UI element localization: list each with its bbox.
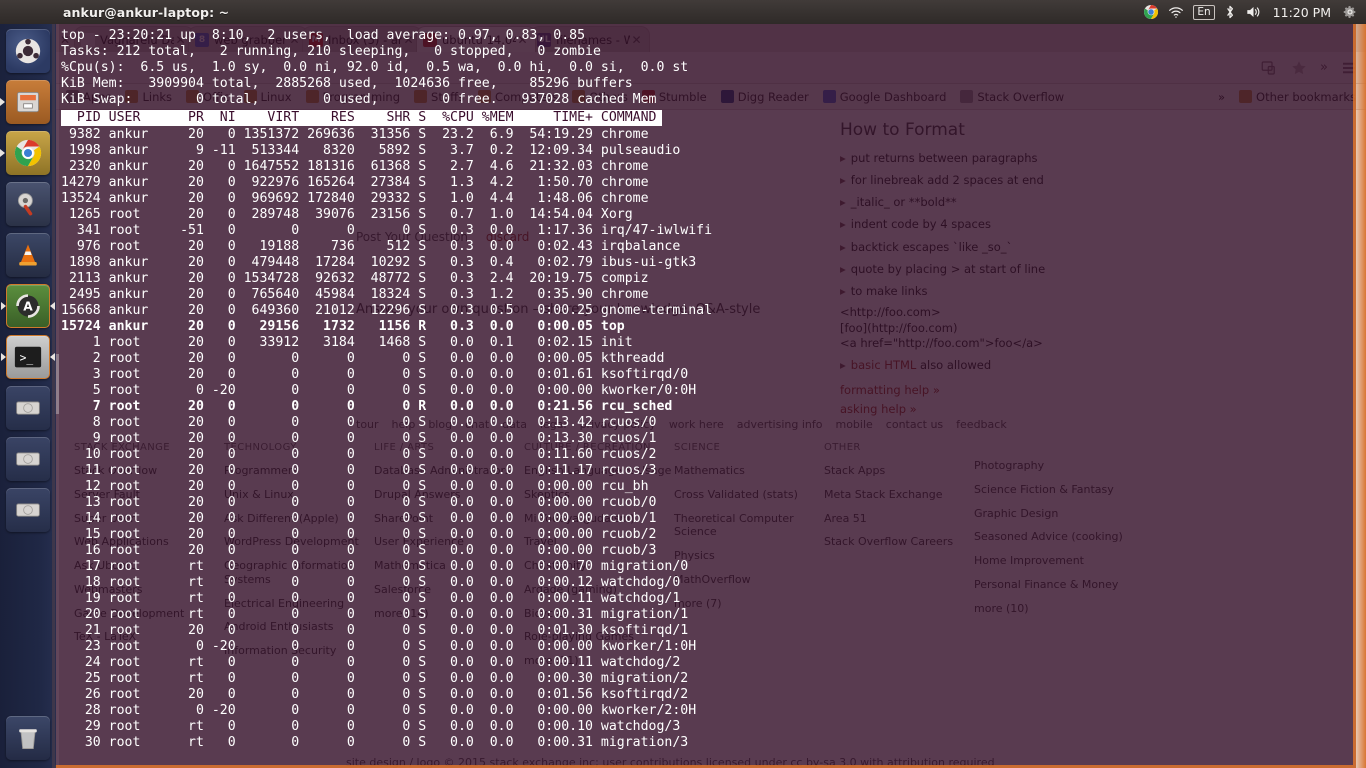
top-header-line: %Cpu(s): 6.5 us, 1.0 sy, 0.0 ni, 92.0 id… [61, 60, 689, 75]
gnome-terminal-window[interactable]: top - 23:20:21 up 8:10, 2 users, load av… [52, 24, 1356, 768]
process-row: 28 root 0 -20 0 0 0 S 0.0 0.0 0:00.00 kw… [61, 703, 697, 718]
desktop-right-edge [1356, 24, 1366, 768]
process-row: 3 root 20 0 0 0 0 S 0.0 0.0 0:01.61 ksof… [61, 367, 689, 382]
process-row: 24 root rt 0 0 0 0 S 0.0 0.0 0:00.11 wat… [61, 655, 681, 670]
top-command-output: top - 23:20:21 up 8:10, 2 users, load av… [61, 28, 1353, 751]
process-row: 5 root 0 -20 0 0 0 S 0.0 0.0 0:00.00 kwo… [61, 383, 697, 398]
launcher-item-software-updater[interactable]: A [6, 284, 50, 328]
process-row: 10 root 20 0 0 0 0 S 0.0 0.0 0:11.60 rcu… [61, 447, 657, 462]
desktop-screen: ✕ Vagharelu Da✕8web grabber r✕MInbox (5)… [0, 0, 1366, 768]
svg-text:A: A [23, 299, 33, 313]
process-row: 14 root 20 0 0 0 0 S 0.0 0.0 0:00.00 rcu… [61, 511, 657, 526]
top-column-header: PID USER PR NI VIRT RES SHR S %CPU %MEM … [61, 110, 663, 126]
process-row: 8 root 20 0 0 0 0 S 0.0 0.0 0:13.42 rcuo… [61, 415, 657, 430]
window-title: ankur@ankur-laptop: ~ [63, 4, 230, 20]
volume-icon[interactable] [1245, 0, 1262, 24]
process-row: 2113 ankur 20 0 1534728 92632 48772 S 0.… [61, 271, 649, 286]
top-column-header-row: PID USER PR NI VIRT RES SHR S %CPU %MEM … [61, 110, 1353, 126]
keyboard-layout-indicator[interactable]: En [1193, 0, 1215, 24]
unity-launcher: A >_ [0, 24, 56, 768]
process-row: 19 root rt 0 0 0 0 S 0.0 0.0 0:00.11 wat… [61, 591, 681, 606]
launcher-item-terminal[interactable]: >_ [6, 335, 50, 379]
top-header-line: KiB Mem: 3909904 total, 2885268 used, 10… [61, 76, 633, 91]
launcher-item-trash[interactable] [6, 716, 50, 760]
chrome-icon[interactable] [1143, 0, 1159, 24]
top-header-line: top - 23:20:21 up 8:10, 2 users, load av… [61, 28, 586, 43]
process-row: 976 root 20 0 19188 736 512 S 0.3 0.0 0:… [61, 239, 681, 254]
launcher-item-chrome[interactable] [6, 131, 50, 175]
process-row: 1998 ankur 9 -11 513344 8320 5892 S 3.7 … [61, 143, 681, 158]
process-row: 1898 ankur 20 0 479448 17284 10292 S 0.3… [61, 255, 697, 270]
process-row: 1265 root 20 0 289748 39076 23156 S 0.7 … [61, 207, 633, 222]
process-row: 2495 ankur 20 0 765640 45984 18324 S 0.3… [61, 287, 649, 302]
process-row: 13 root 20 0 0 0 0 S 0.0 0.0 0:00.00 rcu… [61, 495, 657, 510]
system-tray: En 11:20 PM [1143, 0, 1366, 24]
process-row: 14279 ankur 20 0 922976 165264 27384 S 1… [61, 175, 649, 190]
top-header-line: Tasks: 212 total, 2 running, 210 sleepin… [61, 44, 601, 59]
process-row: 23 root 0 -20 0 0 0 S 0.0 0.0 0:00.00 kw… [61, 639, 697, 654]
launcher-item-system-settings[interactable] [6, 182, 50, 226]
process-row: 18 root rt 0 0 0 0 S 0.0 0.0 0:00.12 wat… [61, 575, 681, 590]
launcher-item-files[interactable] [6, 80, 50, 124]
process-row: 29 root rt 0 0 0 0 S 0.0 0.0 0:00.10 wat… [61, 719, 681, 734]
process-row: 9 root 20 0 0 0 0 S 0.0 0.0 0:13.30 rcuo… [61, 431, 657, 446]
process-row: 16 root 20 0 0 0 0 S 0.0 0.0 0:00.00 rcu… [61, 543, 657, 558]
hard-disk-icon [16, 503, 40, 517]
process-row: 341 root -51 0 0 0 0 S 0.3 0.0 1:17.36 i… [61, 223, 713, 238]
hard-disk-icon [16, 452, 40, 466]
keyboard-layout-label: En [1193, 4, 1215, 20]
process-row: 25 root rt 0 0 0 0 S 0.0 0.0 0:00.30 mig… [61, 671, 689, 686]
bluetooth-icon[interactable] [1224, 0, 1236, 24]
top-header-line: KiB Swap: 0 total, 0 used, 0 free. 93702… [61, 92, 657, 107]
ubuntu-logo-icon [15, 38, 41, 64]
unity-top-panel: ankur@ankur-laptop: ~ En 11:20 PM [0, 0, 1366, 24]
process-row: 2320 ankur 20 0 1647552 181316 61368 S 2… [61, 159, 649, 174]
process-row: 15 root 20 0 0 0 0 S 0.0 0.0 0:00.00 rcu… [61, 527, 657, 542]
hard-disk-icon [16, 401, 40, 415]
launcher-item-disk-3[interactable] [6, 488, 50, 532]
vlc-cone-icon [19, 244, 37, 266]
process-row: 1 root 20 0 33912 3184 1468 S 0.0 0.1 0:… [61, 335, 633, 350]
launcher-item-dash-home[interactable] [6, 29, 50, 73]
process-row: 17 root rt 0 0 0 0 S 0.0 0.0 0:00.70 mig… [61, 559, 689, 574]
launcher-item-disk-1[interactable] [6, 386, 50, 430]
process-row: 15668 ankur 20 0 649360 21012 12296 S 0.… [61, 303, 713, 318]
file-cabinet-icon [17, 91, 39, 113]
process-row: 9382 ankur 20 0 1351372 269636 31356 S 2… [61, 127, 649, 142]
launcher-item-vlc[interactable] [6, 233, 50, 277]
process-row: 13524 ankur 20 0 969692 172840 29332 S 1… [61, 191, 649, 206]
trash-icon [19, 729, 37, 749]
terminal-icon: >_ [14, 346, 42, 368]
process-row: 12 root 20 0 0 0 0 S 0.0 0.0 0:00.00 rcu… [61, 479, 649, 494]
wifi-icon[interactable] [1168, 0, 1184, 24]
process-row: 26 root 20 0 0 0 0 S 0.0 0.0 0:01.56 kso… [61, 687, 689, 702]
process-row: 7 root 20 0 0 0 0 R 0.0 0.0 0:21.56 rcu_… [61, 399, 673, 414]
process-row: 15724 ankur 20 0 29156 1732 1156 R 0.3 0… [61, 319, 625, 334]
svg-text:>_: >_ [20, 352, 34, 365]
process-row: 21 root 20 0 0 0 0 S 0.0 0.0 0:01.30 kso… [61, 623, 689, 638]
chrome-icon [14, 139, 42, 167]
process-row: 11 root 20 0 0 0 0 S 0.0 0.0 0:11.17 rcu… [61, 463, 657, 478]
launcher-item-disk-2[interactable] [6, 437, 50, 481]
process-row: 20 root rt 0 0 0 0 S 0.0 0.0 0:00.31 mig… [61, 607, 689, 622]
gear-icon[interactable] [1342, 0, 1358, 24]
process-list: 9382 ankur 20 0 1351372 269636 31356 S 2… [61, 127, 1353, 751]
software-updater-icon: A [16, 294, 40, 318]
gear-wrench-icon [17, 193, 33, 216]
clock[interactable]: 11:20 PM [1271, 5, 1333, 20]
process-row: 2 root 20 0 0 0 0 S 0.0 0.0 0:00.05 kthr… [61, 351, 665, 366]
process-row: 30 root rt 0 0 0 0 S 0.0 0.0 0:00.31 mig… [61, 735, 689, 750]
